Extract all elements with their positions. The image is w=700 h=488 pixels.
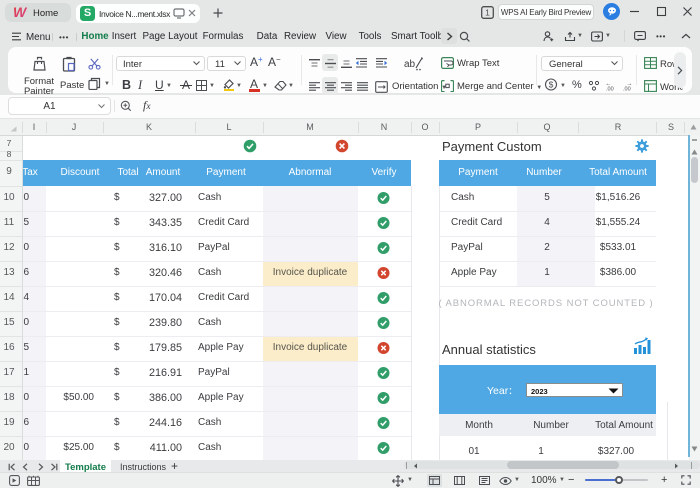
svg-text:W: W [13,5,28,19]
svg-text:$: $ [549,80,554,90]
svg-text:ab: ab [404,59,416,70]
svg-text:1: 1 [485,8,490,18]
svg-text:.00: .00 [606,87,614,92]
svg-text:.00: .00 [623,87,631,92]
